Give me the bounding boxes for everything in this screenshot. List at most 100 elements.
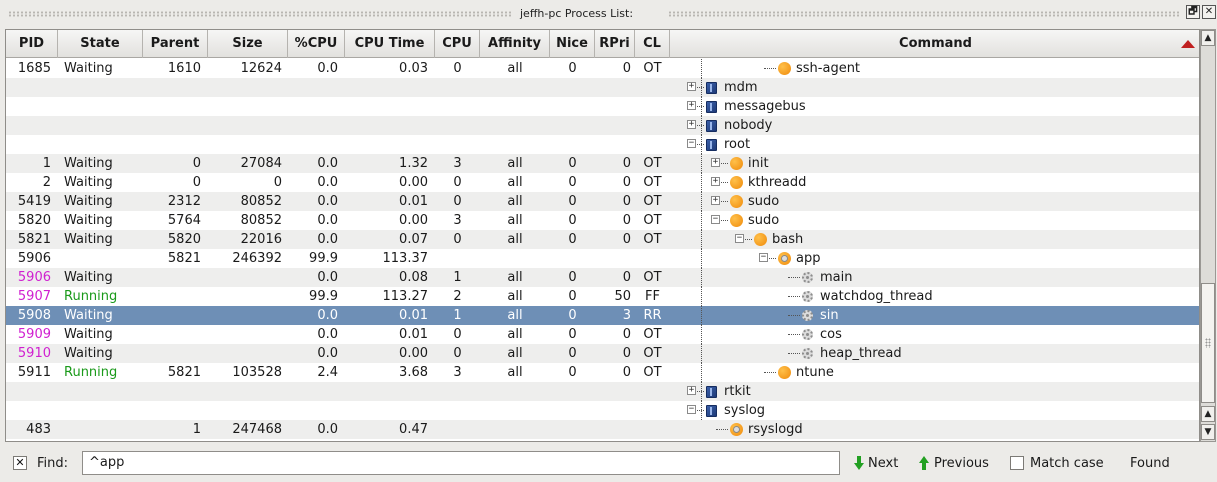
column-header-cpu[interactable]: CPU (435, 30, 480, 58)
table-row[interactable]: − syslog (6, 401, 1199, 420)
table-row-selected[interactable]: 5908 Waiting 0.0 0.01 1 all 0 3 RR sin (6, 306, 1199, 325)
cell-cpu-time: 0.00 (399, 346, 428, 361)
tree-connector (764, 68, 776, 69)
column-header-parent[interactable]: Parent (143, 30, 208, 58)
collapse-icon[interactable]: − (711, 215, 720, 224)
collapse-icon[interactable]: − (687, 405, 696, 414)
expand-icon[interactable]: + (687, 386, 696, 395)
cell-state: Waiting (64, 175, 113, 190)
cell-cpu-time (345, 116, 428, 135)
expand-icon[interactable]: + (687, 120, 696, 129)
scroll-down-button[interactable]: ▼ (1201, 424, 1215, 440)
cell-command: + init (676, 154, 1199, 173)
column-header-nice[interactable]: Nice (550, 30, 595, 58)
table-row[interactable]: 5419 Waiting 2312 80852 0.0 0.01 0 all 0 0 OT + sudo (6, 192, 1199, 211)
cell-parent: 5764 (167, 213, 201, 228)
scroll-thumb[interactable] (1201, 283, 1215, 403)
cell-nice: 0 (568, 194, 577, 209)
cell-cl: OT (643, 213, 662, 228)
cell-pid: 1 (42, 156, 51, 171)
column-header-rpri[interactable]: RPri (595, 30, 635, 58)
cell-cpu-time: 0.01 (399, 308, 428, 323)
collapse-icon[interactable]: − (759, 253, 768, 262)
table-row[interactable]: + rtkit (6, 382, 1199, 401)
column-header-pid[interactable]: PID (6, 30, 58, 58)
column-header-state[interactable]: State (58, 30, 143, 58)
table-row[interactable]: 1 Waiting 0 27084 0.0 1.32 3 all 0 0 OT + init (6, 154, 1199, 173)
table-row[interactable]: 5909 Waiting 0.0 0.01 0 all 0 0 OT cos (6, 325, 1199, 344)
cell-cpu-percent (288, 116, 338, 135)
close-window-button[interactable]: ✕ (1202, 5, 1216, 19)
expand-icon[interactable]: + (711, 177, 720, 186)
collapse-icon[interactable]: − (687, 139, 696, 148)
table-row[interactable]: 2 Waiting 0 0 0.0 0.00 0 all 0 0 OT + kthreadd (6, 173, 1199, 192)
column-header-size[interactable]: Size (208, 30, 288, 58)
match-case-checkbox[interactable] (1010, 456, 1024, 470)
titlebar-grip-left (8, 11, 513, 17)
cell-state (64, 249, 144, 268)
table-row[interactable]: 5821 Waiting 5820 22016 0.0 0.07 0 all 0 0 OT − bash (6, 230, 1199, 249)
vertical-scrollbar[interactable]: ▲ ▲ ▼ (1200, 29, 1216, 442)
collapse-icon[interactable]: − (735, 234, 744, 243)
cell-command: ssh-agent (676, 59, 1199, 78)
cell-cpu-time: 113.27 (382, 289, 429, 304)
arrow-up-icon[interactable] (919, 456, 929, 470)
close-find-button[interactable]: ✕ (13, 456, 27, 470)
cell-cl: OT (643, 156, 662, 171)
column-header-cl[interactable]: CL (635, 30, 670, 58)
cell-nice (550, 249, 595, 268)
cell-affinity: all (507, 213, 523, 228)
cell-cpu (435, 78, 480, 97)
table-row[interactable]: + nobody (6, 116, 1199, 135)
table-row[interactable]: 5910 Waiting 0.0 0.00 0 all 0 0 OT heap_thread (6, 344, 1199, 363)
table-row[interactable]: 5906 Waiting 0.0 0.08 1 all 0 0 OT main (6, 268, 1199, 287)
expand-icon[interactable]: + (711, 196, 720, 205)
scroll-page-up-button[interactable]: ▲ (1201, 406, 1215, 422)
cell-size (208, 78, 282, 97)
find-input[interactable]: ^app (82, 451, 840, 475)
cell-cpu-time (345, 401, 428, 420)
column-header-affinity[interactable]: Affinity (480, 30, 550, 58)
table-row[interactable]: + mdm (6, 78, 1199, 97)
cell-cpu: 3 (453, 156, 462, 171)
cell-cpu-time (345, 135, 428, 154)
user-icon (706, 101, 717, 113)
table-row[interactable]: 483 1 247468 0.0 0.47 rsyslogd (6, 420, 1199, 439)
find-previous-button[interactable]: Previous (934, 456, 989, 471)
find-next-button[interactable]: Next (868, 456, 898, 471)
table-row[interactable]: 1685 Waiting 1610 12624 0.0 0.03 0 all 0 0 OT ssh-a… (6, 59, 1199, 78)
cell-rpri (595, 420, 631, 439)
table-row[interactable]: 5907 Running 99.9 113.27 2 all 0 50 FF watchdog_t… (6, 287, 1199, 306)
cell-nice (550, 78, 595, 97)
cell-cpu-percent: 0.0 (317, 327, 338, 342)
cell-nice: 0 (568, 175, 577, 190)
cell-command: sin (676, 306, 1199, 325)
column-header-cpu-percent[interactable]: %CPU (288, 30, 345, 58)
column-header-command[interactable]: Command (670, 30, 1199, 58)
expand-icon[interactable]: + (687, 82, 696, 91)
scroll-up-button[interactable]: ▲ (1201, 30, 1215, 46)
arrow-down-icon[interactable] (854, 456, 864, 470)
column-header-cpu-time[interactable]: CPU Time (345, 30, 435, 58)
cell-cpu: 0 (453, 194, 462, 209)
cell-parent (143, 135, 201, 154)
cell-cpu-percent: 99.9 (309, 251, 338, 266)
table-row[interactable]: 5911 Running 5821 103528 2.4 3.68 3 all 0 0 OT ntun… (6, 363, 1199, 382)
table-row[interactable]: 5906 5821 246392 99.9 113.37 − app (6, 249, 1199, 268)
command-label: bash (772, 232, 804, 247)
cell-state (64, 116, 144, 135)
table-row[interactable]: − root (6, 135, 1199, 154)
expand-icon[interactable]: + (711, 158, 720, 167)
cell-command: + nobody (676, 116, 1199, 135)
find-label: Find: (37, 456, 69, 471)
cell-nice: 0 (568, 346, 577, 361)
cell-parent (143, 344, 201, 363)
tree-guide-line (701, 363, 702, 382)
command-label: rtkit (724, 384, 751, 399)
float-window-button[interactable]: 🗗 (1186, 5, 1200, 19)
expand-icon[interactable]: + (687, 101, 696, 110)
table-row[interactable]: 5820 Waiting 5764 80852 0.0 0.00 3 all 0 0 OT − sudo (6, 211, 1199, 230)
sort-descending-icon (1181, 40, 1195, 48)
table-row[interactable]: + messagebus (6, 97, 1199, 116)
command-label: ntune (796, 365, 834, 380)
